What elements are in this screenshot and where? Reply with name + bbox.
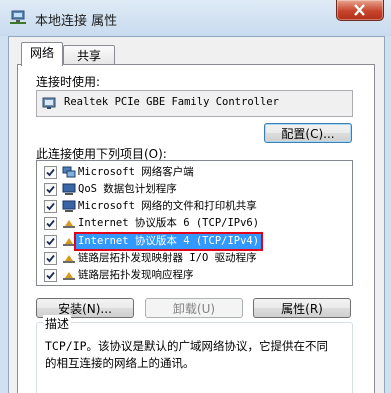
- description-legend: 描述: [43, 315, 72, 332]
- network-client-icon: [62, 166, 76, 178]
- item-checkbox[interactable]: [44, 200, 57, 213]
- title-bar[interactable]: 本地连接 属性: [0, 0, 391, 36]
- checkmark-icon: [46, 168, 55, 177]
- uninstall-button: 卸载(U): [145, 298, 243, 318]
- item-checkbox[interactable]: [44, 217, 57, 230]
- description-line-2: 的相互连接的网络上的通讯。: [45, 356, 195, 370]
- item-label: Microsoft 网络客户端: [78, 166, 194, 178]
- description-line-1: TCP/IP。该协议是默认的广域网络协议，它提供在不同: [45, 339, 329, 353]
- item-label: Internet 协议版本 4 (TCP/IPv4): [73, 232, 264, 251]
- item-label: Internet 协议版本 6 (TCP/IPv6): [78, 217, 260, 229]
- checkmark-icon: [46, 271, 55, 280]
- connect-using-label: 连接时使用:: [36, 75, 101, 89]
- description-text: TCP/IP。该协议是默认的广域网络协议，它提供在不同 的相互连接的网络上的通讯…: [45, 338, 345, 372]
- window-title: 本地连接 属性: [35, 14, 118, 29]
- tab-network[interactable]: 网络: [21, 42, 63, 66]
- list-item[interactable]: Microsoft 网络的文件和打印机共享: [37, 199, 350, 214]
- configure-button[interactable]: 配置(C)...: [264, 123, 352, 143]
- checkmark-icon: [46, 254, 55, 263]
- list-item[interactable]: Microsoft 网络客户端: [37, 165, 350, 180]
- adapter-name: Realtek PCIe GBE Family Controller: [64, 96, 279, 108]
- properties-button[interactable]: 属性(R): [253, 298, 351, 318]
- checkmark-icon: [46, 185, 55, 194]
- item-label: QoS 数据包计划程序: [78, 183, 177, 195]
- network-adapter-icon: [42, 97, 56, 109]
- network-connection-icon: [10, 10, 26, 24]
- protocol-icon: [63, 272, 75, 280]
- list-item[interactable]: QoS 数据包计划程序: [37, 182, 350, 197]
- checkmark-icon: [46, 237, 55, 246]
- item-checkbox[interactable]: [44, 269, 57, 282]
- list-item[interactable]: 链路层拓扑发现映射器 I/O 驱动程序: [37, 251, 350, 266]
- list-item[interactable]: Internet 协议版本 6 (TCP/IPv6): [37, 216, 350, 231]
- close-icon: [354, 4, 365, 16]
- protocol-icon: [63, 255, 75, 263]
- protocol-icon: [63, 220, 75, 228]
- item-checkbox[interactable]: [44, 166, 57, 179]
- checkmark-icon: [46, 219, 55, 228]
- item-label: 链路层拓扑发现映射器 I/O 驱动程序: [78, 252, 257, 264]
- item-checkbox[interactable]: [44, 252, 57, 265]
- list-item-selected[interactable]: Internet 协议版本 4 (TCP/IPv4): [37, 232, 350, 251]
- adapter-field: Realtek PCIe GBE Family Controller: [36, 90, 353, 117]
- item-checkbox[interactable]: [44, 235, 57, 248]
- list-item[interactable]: 链路层拓扑发现响应程序: [37, 268, 350, 283]
- item-label: Microsoft 网络的文件和打印机共享: [78, 200, 257, 212]
- item-label: 链路层拓扑发现响应程序: [78, 269, 194, 281]
- tab-sharing[interactable]: 共享: [63, 45, 115, 66]
- item-checkbox[interactable]: [44, 183, 57, 196]
- close-button[interactable]: [336, 0, 384, 21]
- components-list[interactable]: Microsoft 网络客户端 QoS 数据包计划程序 Microsoft 网络…: [36, 160, 353, 286]
- protocol-icon: [63, 238, 75, 246]
- network-service-icon: [62, 200, 76, 212]
- checkmark-icon: [46, 202, 55, 211]
- network-service-icon: [62, 183, 76, 195]
